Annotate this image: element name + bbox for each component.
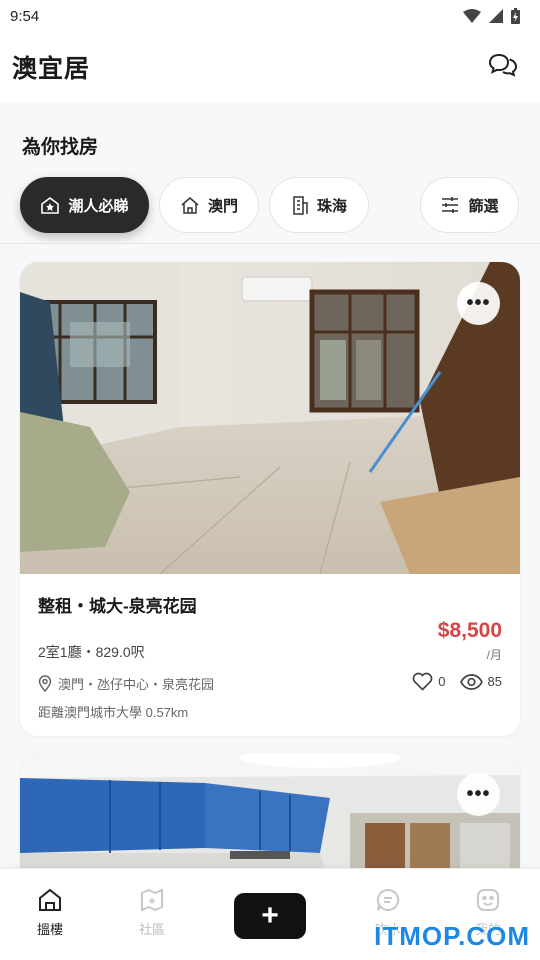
- listing-stats: 0 85: [412, 672, 502, 691]
- view-stat: 85: [459, 673, 502, 690]
- location-text: 澳門・氹仔中心・泉亮花园: [58, 677, 215, 692]
- listing-title: 整租・城大-泉亮花园: [38, 597, 197, 616]
- filter-chip-label: 潮人必睇: [68, 197, 129, 215]
- more-options-button[interactable]: •••: [457, 282, 500, 325]
- section-title: 為你找房: [22, 137, 99, 158]
- battery-icon: [511, 8, 520, 24]
- filter-chip-label: 澳門: [207, 197, 238, 215]
- tab-home[interactable]: 搵樓: [10, 887, 90, 938]
- add-post-button[interactable]: +: [234, 893, 306, 939]
- wifi-icon: [463, 9, 481, 23]
- chat-icon: [376, 888, 400, 911]
- filter-chip-zhuhai[interactable]: 珠海: [269, 177, 369, 233]
- price-unit: /月: [486, 648, 502, 662]
- filter-bar: 潮人必睇 澳門 珠海 篩選: [0, 177, 540, 235]
- listing-location: 澳門・氹仔中心・泉亮花园: [38, 674, 214, 693]
- filter-chip-label: 珠海: [316, 197, 347, 215]
- tab-label: 社區: [138, 922, 165, 937]
- profile-icon: [477, 889, 499, 911]
- status-bar: 9:54: [0, 0, 540, 32]
- app-bar: 澳宜居: [0, 32, 540, 102]
- status-time: 9:54: [10, 7, 40, 25]
- app-title: 澳宜居: [12, 55, 91, 83]
- heart-icon: [412, 672, 433, 691]
- messages-icon[interactable]: [488, 52, 518, 83]
- filter-chip-trending[interactable]: 潮人必睇: [20, 177, 149, 233]
- listing-photo[interactable]: •••: [20, 262, 520, 574]
- filter-sliders-icon: [442, 197, 459, 213]
- star-house-icon: [41, 197, 60, 214]
- watermark-text: ITMOP.COM: [374, 921, 530, 951]
- listing-card[interactable]: •••: [20, 753, 520, 883]
- filter-button[interactable]: 篩選: [420, 177, 519, 233]
- more-options-button[interactable]: •••: [457, 773, 500, 816]
- location-pin-icon: [38, 675, 52, 692]
- listing-photo[interactable]: •••: [20, 753, 520, 883]
- house-icon: [181, 197, 199, 214]
- home-icon: [39, 888, 61, 911]
- listing-price: $8,500: [437, 619, 502, 642]
- building-icon: [293, 196, 308, 215]
- view-count: 85: [487, 674, 502, 689]
- like-stat[interactable]: 0: [412, 672, 446, 691]
- bottom-tab-bar: 搵樓 社區 + 吹水 我的 ITMOP.COM: [0, 868, 540, 960]
- listing-distance: 距離澳門城市大學 0.57km: [38, 705, 189, 720]
- listing-card[interactable]: ••• 整租・城大-泉亮花园 $8,500 /月 2室1廳・829.0呎 澳門・…: [20, 262, 520, 736]
- community-icon: [141, 888, 163, 912]
- tab-community[interactable]: 社區: [112, 887, 192, 938]
- like-count: 0: [438, 674, 446, 689]
- signal-icon: [489, 9, 503, 23]
- divider: [0, 243, 540, 244]
- tab-label: 搵樓: [36, 922, 63, 937]
- eye-icon: [459, 673, 483, 690]
- listing-specs: 2室1廳・829.0呎: [38, 644, 145, 660]
- filter-chip-macau[interactable]: 澳門: [159, 177, 259, 233]
- filter-chip-label: 篩選: [468, 197, 499, 215]
